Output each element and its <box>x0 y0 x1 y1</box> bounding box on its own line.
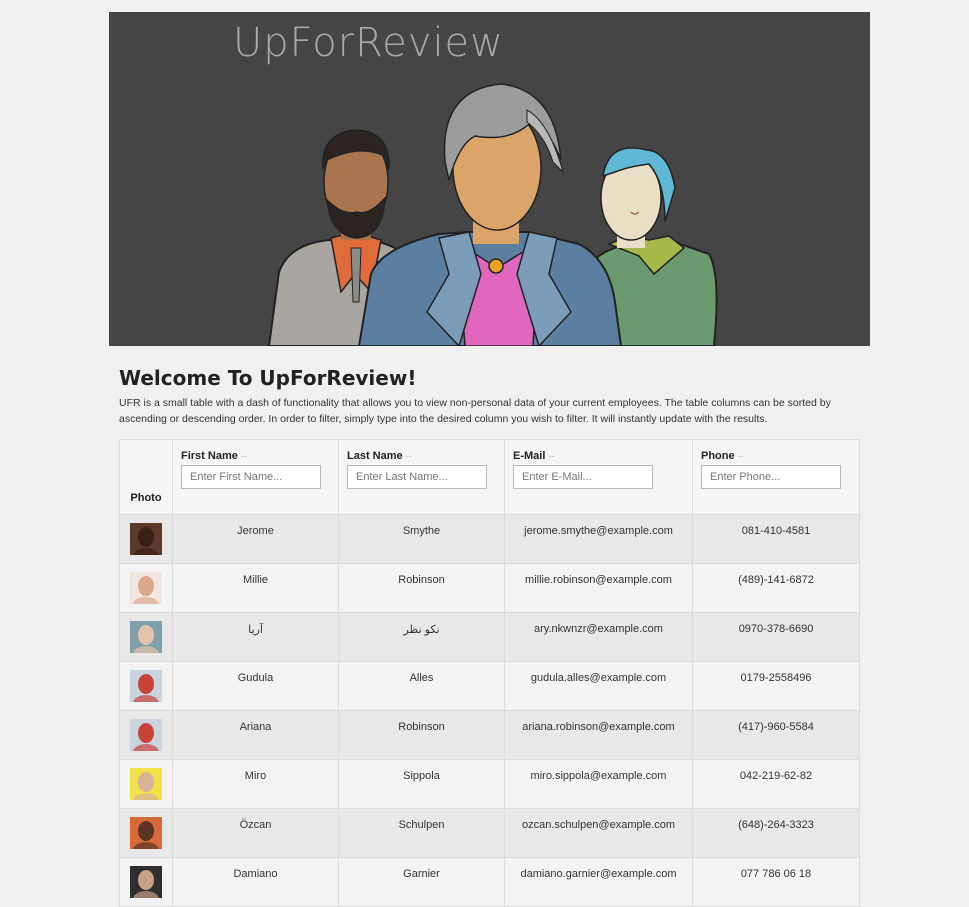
phone-column-header[interactable]: Phone -- <box>692 439 860 515</box>
last-name-filter-input[interactable] <box>347 465 487 489</box>
first-name-cell: Gudula <box>172 661 339 711</box>
last-name-cell: Robinson <box>338 563 505 613</box>
avatar-photo-icon <box>130 523 162 555</box>
table-row: Millie Robinson millie.robinson@example.co… <box>119 563 860 613</box>
first-name-sort-toggle[interactable]: First Name -- <box>181 450 330 462</box>
phone-cell: 077 786 06 18 <box>692 857 860 907</box>
avatar <box>130 719 162 751</box>
page-title: Welcome To UpForReview! <box>119 366 417 390</box>
photo-cell <box>119 710 173 760</box>
photo-cell <box>119 661 173 711</box>
table-body: Jerome Smythe jerome.smythe@example.com 081… <box>119 514 860 907</box>
avatar <box>130 817 162 849</box>
first-name-cell: Jerome <box>172 514 339 564</box>
photo-column-header: Photo <box>119 439 173 515</box>
table-row: Özcan Schulpen ozcan.schulpen@example.com(… <box>119 808 860 858</box>
avatar <box>130 523 162 555</box>
email-header-label: E-Mail <box>513 450 546 462</box>
phone-sort-toggle[interactable]: Phone -- <box>701 450 851 462</box>
photo-cell <box>119 612 173 662</box>
email-column-header[interactable]: E-Mail -- <box>504 439 693 515</box>
photo-cell <box>119 808 173 858</box>
avatar-photo-icon <box>130 768 162 800</box>
last-name-cell: Schulpen <box>338 808 505 858</box>
table-row: Ariana Robinson ariana.robinson@example.co… <box>119 710 860 760</box>
table-row: آریا نکو نظر ary.nkwnzr@example.com 0970-37… <box>119 612 860 662</box>
email-sort-toggle[interactable]: E-Mail -- <box>513 450 684 462</box>
first-name-filter-input[interactable] <box>181 465 321 489</box>
photo-cell <box>119 514 173 564</box>
avatar-photo-icon <box>130 572 162 604</box>
last-name-sort-toggle[interactable]: Last Name -- <box>347 450 496 462</box>
sort-indicator-icon: -- <box>737 451 744 461</box>
table-row: Damiano Garnier damiano.garnier@example.co… <box>119 857 860 907</box>
person-center-illustration <box>357 83 623 346</box>
first-name-header-label: First Name <box>181 450 238 462</box>
avatar-photo-icon <box>130 719 162 751</box>
photo-cell <box>119 857 173 907</box>
employees-table: Photo First Name-- Last Name-- E-Mail-- … <box>119 439 860 907</box>
email-cell: damiano.garnier@example.com <box>504 857 693 907</box>
last-name-column-header[interactable]: Last Name -- <box>338 439 505 515</box>
phone-cell: (417)-960-5584 <box>692 710 860 760</box>
avatar-photo-icon <box>130 817 162 849</box>
email-filter-input[interactable] <box>513 465 653 489</box>
photo-header-label: Photo <box>130 492 162 504</box>
email-cell: miro.sippola@example.com <box>504 759 693 809</box>
first-name-cell: Özcan <box>172 808 339 858</box>
main-content: Welcome To UpForReview! UFR is a small t… <box>119 366 860 907</box>
email-cell: ary.nkwnzr@example.com <box>504 612 693 662</box>
first-name-cell: Millie <box>172 563 339 613</box>
last-name-cell: Alles <box>338 661 505 711</box>
email-cell: millie.robinson@example.com <box>504 563 693 613</box>
email-cell: jerome.smythe@example.com <box>504 514 693 564</box>
phone-filter-input[interactable] <box>701 465 841 489</box>
sort-indicator-icon: -- <box>548 451 555 461</box>
sort-indicator-icon: -- <box>405 451 412 461</box>
table-row: Jerome Smythe jerome.smythe@example.com 081… <box>119 514 860 564</box>
avatar-photo-icon <box>130 670 162 702</box>
phone-cell: (489)-141-6872 <box>692 563 860 613</box>
last-name-header-label: Last Name <box>347 450 403 462</box>
avatar <box>130 572 162 604</box>
first-name-cell: آریا <box>172 612 339 662</box>
hero-banner: UpForReview <box>109 12 870 346</box>
first-name-cell: Ariana <box>172 710 339 760</box>
email-cell: ariana.robinson@example.com <box>504 710 693 760</box>
table-row: Miro Sippola miro.sippola@example.com 042-2… <box>119 759 860 809</box>
phone-header-label: Phone <box>701 450 735 462</box>
avatar-photo-icon <box>130 866 162 898</box>
avatar <box>130 621 162 653</box>
last-name-cell: Sippola <box>338 759 505 809</box>
table-header-row: Photo First Name-- Last Name-- E-Mail-- … <box>119 439 860 515</box>
sort-indicator-icon: -- <box>240 451 247 461</box>
email-cell: gudula.alles@example.com <box>504 661 693 711</box>
last-name-cell: Robinson <box>338 710 505 760</box>
phone-cell: 042-219-62-82 <box>692 759 860 809</box>
phone-cell: 081-410-4581 <box>692 514 860 564</box>
photo-cell <box>119 563 173 613</box>
avatar <box>130 768 162 800</box>
photo-cell <box>119 759 173 809</box>
phone-cell: 0179-2558496 <box>692 661 860 711</box>
last-name-cell: Smythe <box>338 514 505 564</box>
avatar <box>130 670 162 702</box>
first-name-cell: Damiano <box>172 857 339 907</box>
table-row: Gudula Alles gudula.alles@example.com 0179-… <box>119 661 860 711</box>
email-cell: ozcan.schulpen@example.com <box>504 808 693 858</box>
phone-cell: 0970-378-6690 <box>692 612 860 662</box>
first-name-column-header[interactable]: First Name -- <box>172 439 339 515</box>
avatar-photo-icon <box>130 621 162 653</box>
last-name-cell: نکو نظر <box>338 612 505 662</box>
avatar <box>130 866 162 898</box>
hero-title: UpForReview <box>233 20 504 66</box>
first-name-cell: Miro <box>172 759 339 809</box>
last-name-cell: Garnier <box>338 857 505 907</box>
phone-cell: (648)-264-3323 <box>692 808 860 858</box>
page-description: UFR is a small table with a dash of func… <box>119 397 831 425</box>
